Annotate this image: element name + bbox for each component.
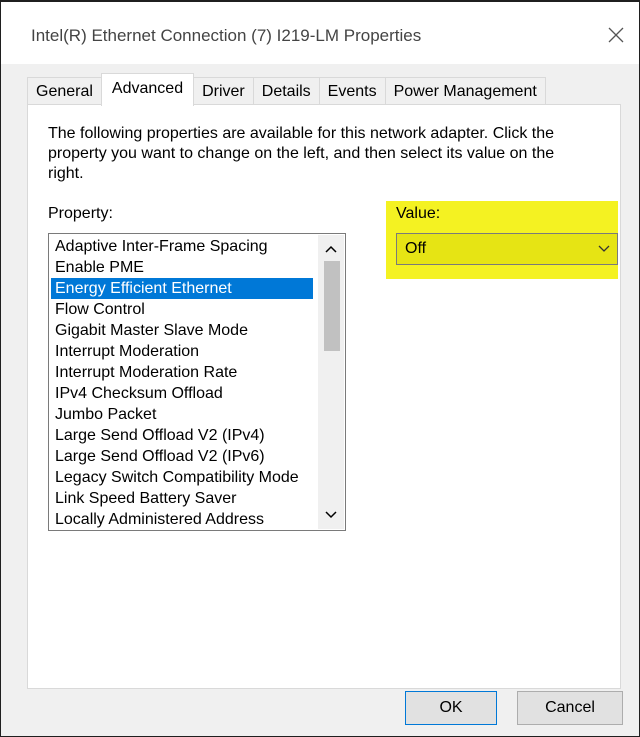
window-title: Intel(R) Ethernet Connection (7) I219-LM… [31,26,422,45]
list-item[interactable]: Large Send Offload V2 (IPv6) [51,446,313,467]
ok-button[interactable]: OK [405,691,497,725]
property-listbox[interactable]: Adaptive Inter-Frame Spacing Enable PME … [48,233,346,531]
advanced-panel: The following properties are available f… [27,104,621,689]
list-item[interactable]: Legacy Switch Compatibility Mode [51,467,313,488]
list-item[interactable]: Interrupt Moderation Rate [51,362,313,383]
list-item[interactable]: Locally Administered Address [51,509,313,530]
tab-events[interactable]: Events [318,77,386,105]
tab-power-management[interactable]: Power Management [384,77,546,105]
property-scrollbar[interactable] [318,235,344,529]
close-button[interactable] [593,12,639,58]
tab-advanced[interactable]: Advanced [100,73,195,106]
value-dropdown[interactable]: Off [396,233,618,265]
list-item[interactable]: Link Speed Battery Saver [51,488,313,509]
chevron-up-icon [325,245,337,253]
scroll-thumb[interactable] [324,261,340,351]
list-item[interactable]: Gigabit Master Slave Mode [51,320,313,341]
list-item[interactable]: Large Send Offload V2 (IPv4) [51,425,313,446]
property-label: Property: [48,205,113,222]
list-item[interactable]: Interrupt Moderation [51,341,313,362]
value-dropdown-selected: Off [405,240,427,257]
list-item[interactable]: IPv4 Checksum Offload [51,383,313,404]
tab-general[interactable]: General [27,77,102,105]
tab-strip: General Advanced Driver Details Events P… [27,73,546,106]
list-item[interactable]: Flow Control [51,299,313,320]
list-item[interactable]: Enable PME [51,257,313,278]
panel-description: The following properties are available f… [48,125,555,182]
close-icon [608,27,624,43]
chevron-down-icon [598,245,610,252]
tab-details[interactable]: Details [252,77,320,105]
dialog-body: General Advanced Driver Details Events P… [1,64,639,736]
properties-dialog: Intel(R) Ethernet Connection (7) I219-LM… [0,0,640,737]
tab-driver[interactable]: Driver [193,77,254,105]
list-item[interactable]: Adaptive Inter-Frame Spacing [51,236,313,257]
list-item[interactable]: Jumbo Packet [51,404,313,425]
chevron-down-icon [325,511,337,519]
value-label: Value: [396,205,441,222]
scroll-up-button[interactable] [318,237,344,261]
title-bar: Intel(R) Ethernet Connection (7) I219-LM… [1,2,639,64]
cancel-button[interactable]: Cancel [517,691,623,725]
scroll-down-button[interactable] [318,503,344,527]
list-item-selected[interactable]: Energy Efficient Ethernet [51,278,313,299]
